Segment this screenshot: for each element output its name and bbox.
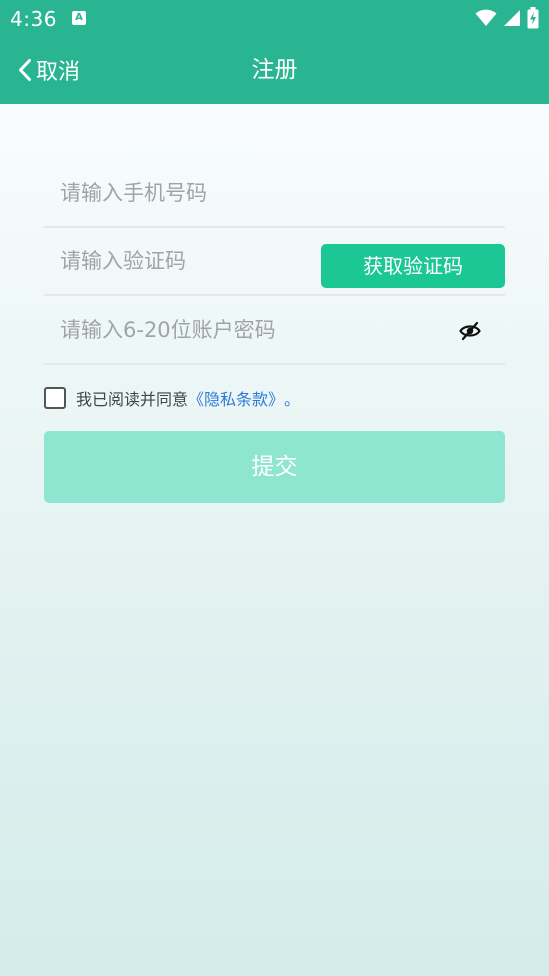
cellular-signal-icon (504, 10, 520, 26)
notification-icon: A (72, 11, 86, 25)
password-field-row (44, 297, 505, 365)
submit-button[interactable]: 提交 (44, 431, 505, 503)
page-title: 注册 (251, 57, 298, 83)
privacy-policy-link[interactable]: 《隐私条款》 (188, 386, 284, 410)
agreement-checkbox[interactable] (44, 387, 66, 409)
eye-off-icon[interactable] (459, 320, 481, 342)
status-time: 4:36 (10, 7, 57, 31)
status-bar: 4:36 A (0, 0, 549, 36)
phone-field-row (44, 160, 505, 228)
get-verification-code-button[interactable]: 获取验证码 (321, 244, 505, 288)
verification-field-row: 获取验证码 (44, 228, 505, 296)
agreement-suffix: 。 (284, 390, 301, 409)
battery-charging-icon (527, 7, 539, 29)
password-input[interactable] (60, 297, 440, 363)
verification-code-input[interactable] (60, 228, 310, 294)
wifi-icon (475, 9, 497, 26)
phone-input[interactable] (60, 160, 490, 226)
status-icons (475, 7, 539, 29)
app-bar: 取消 注册 (0, 36, 549, 104)
agreement-text: 我已阅读并同意 (76, 390, 189, 409)
agreement-row: 我已阅读并同意 《隐私条款》 。 (44, 386, 300, 410)
